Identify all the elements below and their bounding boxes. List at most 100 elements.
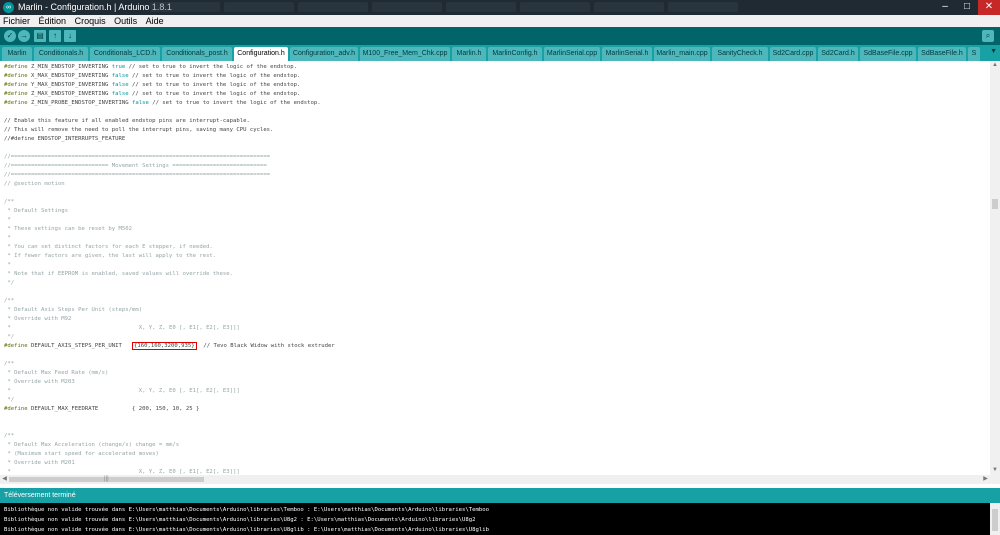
- tab-marlinconfig[interactable]: MarlinConfig.h: [488, 47, 542, 61]
- menu-bar: Fichier Édition Croquis Outils Aide: [0, 15, 1000, 27]
- code-line: * Override with M201: [4, 459, 74, 468]
- scrollbar-thumb[interactable]: [992, 199, 998, 209]
- code-line: *: [4, 234, 11, 243]
- code-trailing-text: // set to true to invert the logic of th…: [128, 91, 301, 97]
- comment-text: * Note that if EEPROM is enabled, saved …: [4, 271, 234, 277]
- code-line: * If fewer factors are given, the last w…: [4, 252, 216, 261]
- macro-name: X_MAX_ENDSTOP_INVERTING: [27, 73, 112, 79]
- code-editor[interactable]: #define Z_MIN_ENDSTOP_INVERTING true // …: [0, 61, 990, 475]
- menu-outils[interactable]: Outils: [114, 15, 137, 27]
- comment-text: * Default Axis Steps Per Unit (steps/mm): [4, 307, 143, 313]
- macro-name: Z_MIN_ENDSTOP_INVERTING: [27, 64, 112, 70]
- menu-edition[interactable]: Édition: [39, 15, 67, 27]
- comment-text: * X, Y, Z, E0 [, E1[, E2[, E3]]]: [4, 388, 240, 394]
- tab-marlinserial-h[interactable]: MarlinSerial.h: [602, 47, 652, 61]
- console-output: Bibliothèque non valide trouvée dans E:\…: [0, 503, 990, 535]
- code-line: * X, Y, Z, E0 [, E1[, E2[, E3]]]: [4, 324, 239, 333]
- macro-name: Y_MAX_ENDSTOP_INVERTING: [27, 82, 112, 88]
- code-line: *: [4, 261, 10, 270]
- macro-name: DEFAULT_AXIS_STEPS_PER_UNIT: [27, 343, 132, 349]
- upload-button[interactable]: →: [18, 30, 30, 42]
- tab-marlin[interactable]: Marlin: [2, 47, 32, 61]
- tab-menu-icon[interactable]: ▼: [990, 48, 997, 55]
- new-sketch-button[interactable]: ▤: [34, 30, 46, 42]
- scroll-down-icon[interactable]: ▼: [990, 466, 1000, 475]
- scroll-left-icon[interactable]: ◀: [0, 475, 9, 484]
- tab-configuration[interactable]: Configuration.h: [234, 47, 288, 61]
- code-line: * These settings can be reset by M502: [4, 225, 132, 234]
- code-text: //#define ENDSTOP_INTERRUPTS_FEATURE: [4, 136, 126, 142]
- tab-marlin-h[interactable]: Marlin.h: [452, 47, 486, 61]
- console-line: Bibliothèque non valide trouvée dans E:\…: [4, 527, 489, 533]
- scroll-up-icon[interactable]: ▲: [990, 61, 1000, 70]
- code-text: // This will remove the need to poll the…: [4, 127, 274, 133]
- literal-value: true: [111, 64, 126, 70]
- editor-horizontal-scrollbar[interactable]: ◀ ||| ▶: [0, 475, 1000, 484]
- editor-vertical-scrollbar[interactable]: ▲ ▼: [990, 61, 1000, 475]
- tab-configuration-adv[interactable]: Configuration_adv.h: [290, 47, 358, 61]
- code-trailing-text: // set to true to invert the logic of th…: [128, 82, 301, 88]
- comment-text: * If fewer factors are given, the last w…: [4, 253, 217, 259]
- code-line: /**: [4, 198, 14, 207]
- console-line: Bibliothèque non valide trouvée dans E:\…: [4, 517, 476, 523]
- console-line: Bibliothèque non valide trouvée dans E:\…: [4, 507, 489, 513]
- comment-text: /**: [4, 433, 15, 439]
- code-line: * Default Axis Steps Per Unit (steps/mm): [4, 306, 142, 315]
- code-line: * You can set distinct factors for each …: [4, 243, 212, 252]
- menu-fichier[interactable]: Fichier: [3, 15, 30, 27]
- literal-value: false: [111, 91, 129, 97]
- maximize-button[interactable]: □: [956, 0, 978, 15]
- comment-text: */: [4, 280, 15, 286]
- preprocessor-keyword: #define: [4, 343, 28, 349]
- verify-button[interactable]: ✓: [4, 30, 16, 42]
- code-line: * X, Y, Z, E0 [, E1[, E2[, E3]]]: [4, 468, 239, 475]
- scroll-right-icon[interactable]: ▶: [981, 475, 990, 484]
- tab-sdbasefile-cpp[interactable]: SdBaseFile.cpp: [860, 47, 916, 61]
- menu-croquis[interactable]: Croquis: [75, 15, 106, 27]
- comment-text: * Override with M203: [4, 379, 75, 385]
- close-button[interactable]: ✕: [978, 0, 1000, 15]
- code-line: *: [4, 216, 10, 225]
- tab-conditionals-post[interactable]: Conditionals_post.h: [162, 47, 232, 61]
- code-line: */: [4, 396, 14, 405]
- tab-sd2card-h[interactable]: Sd2Card.h: [818, 47, 858, 61]
- serial-monitor-button[interactable]: ⌕: [982, 30, 994, 42]
- code-line: //======================================…: [4, 153, 270, 162]
- minimize-button[interactable]: –: [934, 0, 956, 15]
- comment-text: //======================================…: [4, 172, 271, 178]
- comment-text: * Default Max Feed Rate (mm/s): [4, 370, 109, 376]
- code-trailing-text: // Tevo Black Widow with stock extruder: [196, 343, 335, 349]
- code-trailing-text: // set to true to invert the logic of th…: [125, 64, 298, 70]
- comment-text: *: [4, 235, 11, 241]
- tab-m100-free-mem-chk[interactable]: M100_Free_Mem_Chk.cpp: [360, 47, 450, 61]
- tab-conditionals-lcd[interactable]: Conditionals_LCD.h: [90, 47, 160, 61]
- code-line: * Default Max Acceleration (change/s) ch…: [4, 441, 179, 450]
- console-scrollbar[interactable]: [990, 503, 1000, 535]
- menu-aide[interactable]: Aide: [146, 15, 164, 27]
- scrollbar-thumb[interactable]: [992, 509, 998, 531]
- tab-marlinserial-cpp[interactable]: MarlinSerial.cpp: [544, 47, 600, 61]
- tab-sd2card-cpp[interactable]: Sd2Card.cpp: [770, 47, 816, 61]
- comment-text: * Default Max Acceleration (change/s) ch…: [4, 442, 180, 448]
- code-line: // @section motion: [4, 180, 65, 189]
- tab-overflow[interactable]: S: [968, 47, 980, 61]
- code-line: #define Y_MAX_ENDSTOP_INVERTING false //…: [4, 81, 300, 90]
- save-sketch-button[interactable]: ↓: [64, 30, 76, 42]
- comment-text: /**: [4, 361, 15, 367]
- code-line: #define X_MAX_ENDSTOP_INVERTING false //…: [4, 72, 300, 81]
- tab-sanitycheck[interactable]: SanityCheck.h: [712, 47, 768, 61]
- comment-text: /**: [4, 298, 15, 304]
- open-sketch-button[interactable]: ↑: [49, 30, 61, 42]
- code-line: * Default Settings: [4, 207, 68, 216]
- preprocessor-keyword: #define: [4, 82, 28, 88]
- tab-sdbasefile-h[interactable]: SdBaseFile.h: [918, 47, 966, 61]
- code-trailing-text: { 200, 150, 10, 25 }: [131, 406, 200, 412]
- title-bar: ∞ Marlin - Configuration.h | Arduino 1.8…: [0, 0, 1000, 15]
- preprocessor-keyword: #define: [4, 100, 28, 106]
- tab-conditionals[interactable]: Conditionals.h: [34, 47, 88, 61]
- literal-value: false: [111, 82, 129, 88]
- code-line: */: [4, 279, 14, 288]
- comment-text: * Default Settings: [4, 208, 68, 214]
- code-line: * Override with M92: [4, 315, 71, 324]
- tab-marlin-main[interactable]: Marlin_main.cpp: [654, 47, 710, 61]
